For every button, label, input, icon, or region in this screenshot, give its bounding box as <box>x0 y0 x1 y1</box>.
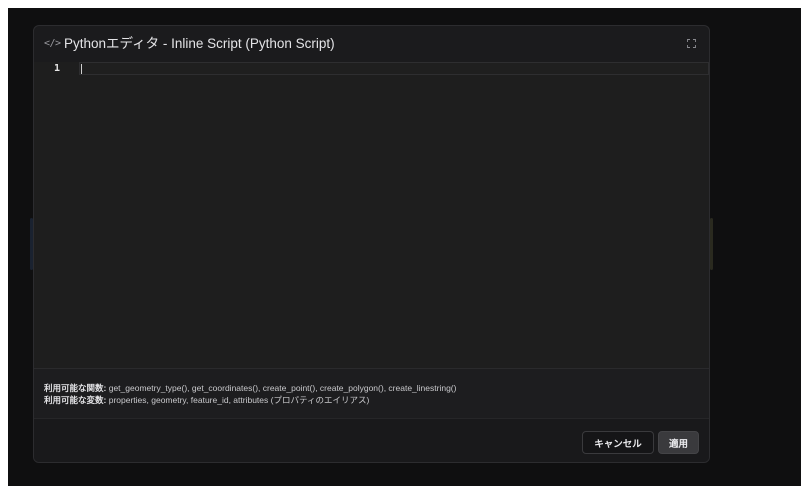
available-functions: 利用可能な関数: get_geometry_type(), get_coordi… <box>44 383 456 394</box>
expand-icon[interactable] <box>687 39 696 48</box>
text-cursor <box>81 64 82 74</box>
functions-label: 利用可能な関数: <box>44 383 107 393</box>
background-panel-edge <box>710 218 713 270</box>
functions-list: get_geometry_type(), get_coordinates(), … <box>108 383 457 393</box>
variables-label: 利用可能な変数: <box>44 395 107 405</box>
line-gutter: 1 <box>34 62 79 392</box>
dialog-title: Pythonエディタ - Inline Script (Python Scrip… <box>64 36 335 51</box>
available-variables: 利用可能な変数: properties, geometry, feature_i… <box>44 395 369 406</box>
dialog-footer: キャンセル 適用 <box>34 418 709 462</box>
variables-list: properties, geometry, feature_id, attrib… <box>108 395 370 405</box>
dialog-titlebar: </> Pythonエディタ - Inline Script (Python S… <box>34 26 709 62</box>
active-line-highlight[interactable] <box>79 62 709 75</box>
code-icon: </> <box>44 38 61 49</box>
apply-button[interactable]: 適用 <box>658 431 699 454</box>
python-editor-dialog: </> Pythonエディタ - Inline Script (Python S… <box>33 25 710 463</box>
cancel-button[interactable]: キャンセル <box>582 431 654 454</box>
line-number: 1 <box>54 63 61 74</box>
code-editor[interactable]: 1 <box>34 62 709 392</box>
available-api-info: 利用可能な関数: get_geometry_type(), get_coordi… <box>34 368 709 419</box>
